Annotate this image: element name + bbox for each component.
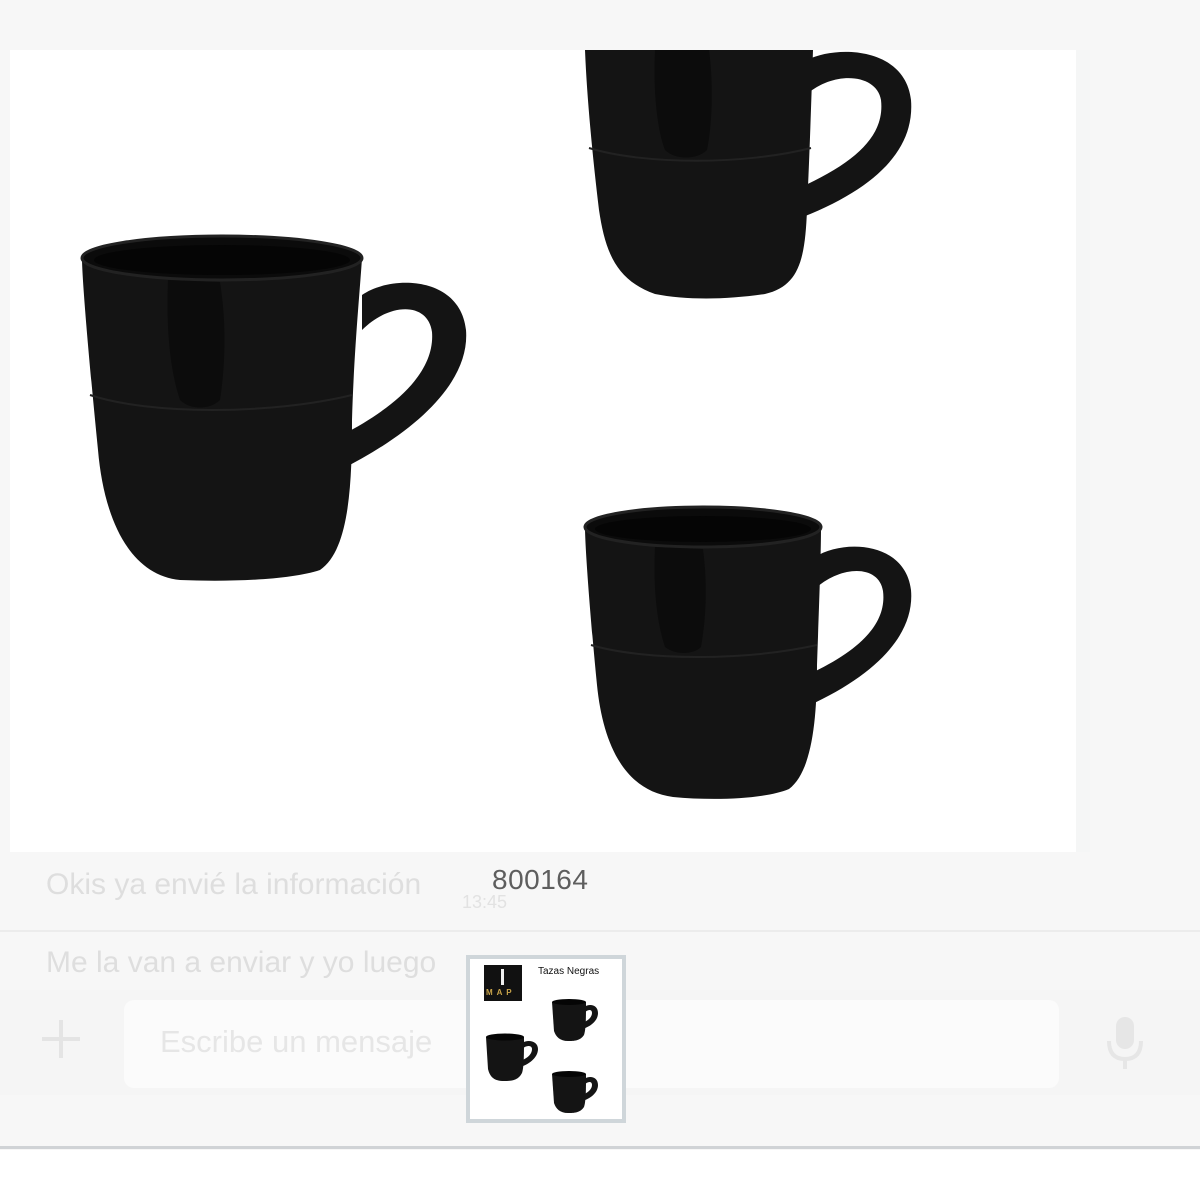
product-code: 800164 [492,864,589,895]
message-input-placeholder: Escribe un mensaje [160,1024,433,1059]
black-mug-image [80,234,467,581]
thumbnail-title: Tazas Negras [538,966,600,977]
plus-icon[interactable] [38,1016,84,1062]
black-mug-image [585,50,912,299]
brand-logo: M A P [484,965,522,1001]
message-text: Okis ya envié la información [46,868,422,901]
brand-logo-text: M A P [486,988,513,997]
black-mug-image [583,505,912,799]
mug-thumbnail-icon [486,1033,538,1081]
image-viewer-edge [1076,50,1090,852]
mug-thumbnail-icon [552,1071,598,1113]
mug-thumbnail-icon [552,999,598,1041]
bottom-rule [0,1146,1200,1149]
microphone-icon[interactable] [1105,1015,1145,1071]
chat-divider [0,930,1200,932]
image-thumbnail[interactable]: M A P Tazas Negras [466,955,626,1123]
message-text: Me la van a enviar y yo luego [46,946,437,979]
